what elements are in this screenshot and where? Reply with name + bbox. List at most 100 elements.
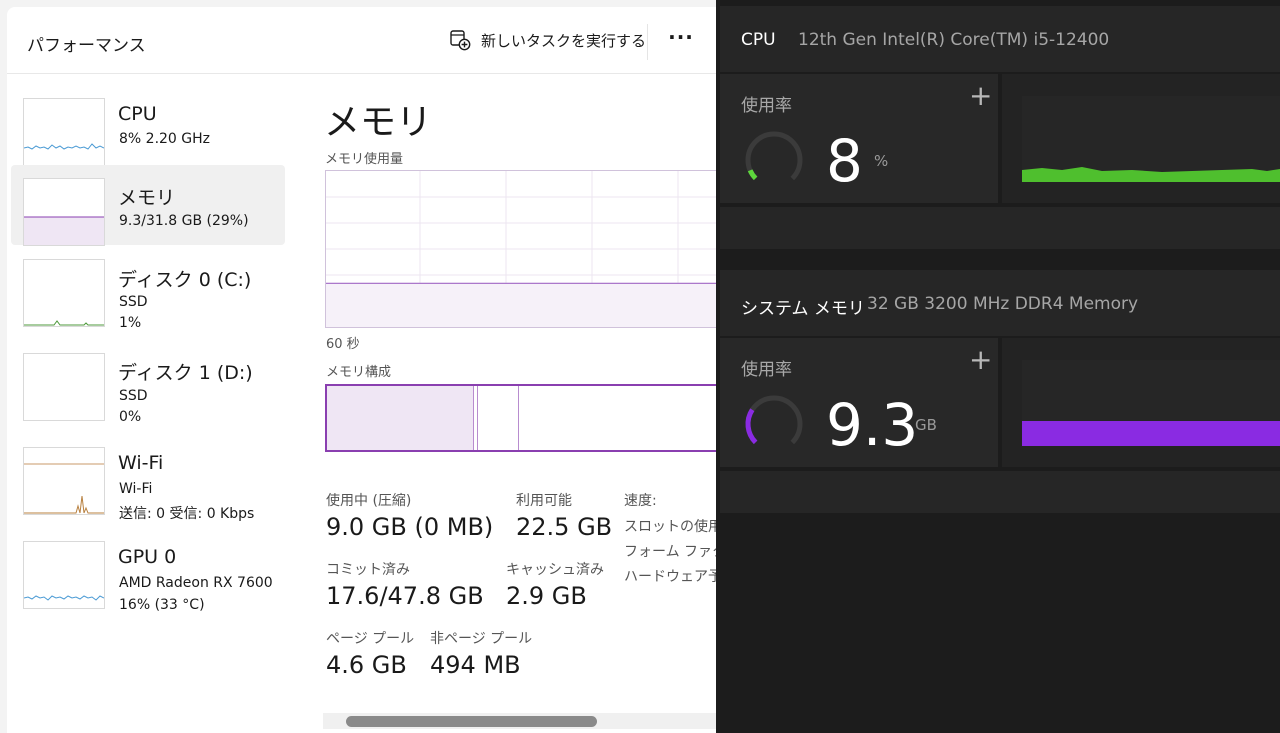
cpu-gauge-fill [745,131,803,189]
cached-label: キャッシュ済み [506,562,604,578]
add-widget-button[interactable]: + [969,82,992,110]
memory-composition-bar [325,384,716,452]
memory-usage-chart [326,171,716,327]
cpu-header: CPU 12th Gen Intel(R) Core(TM) i5-12400 [720,6,1280,72]
disk0-sparkline [24,320,104,326]
add-widget-button[interactable]: + [969,346,992,374]
memory-usage-graph [325,170,716,328]
composition-divider [473,386,474,450]
cpu-name: CPU [741,30,776,50]
sidebar-item-type: SSD [119,294,148,310]
run-new-task-button[interactable]: 新しいタスクを実行する [449,29,646,51]
committed-label: コミット済み [326,562,410,578]
wifi-thumbnail-graph [23,447,105,515]
memory-composition-label: メモリ構成 [326,365,392,380]
sidebar-item-disk0[interactable]: ディスク 0 (C:) SSD 1% [11,253,285,333]
memory-model: 32 GB 3200 MHz DDR4 Memory [867,294,1139,314]
slots-label: スロットの使用 [624,519,716,535]
in-use-label: 使用中 (圧縮) [326,493,412,509]
memory-usage-unit: GB [915,416,937,434]
sidebar-item-name: メモリ [118,187,176,209]
sidebar-item-disk1[interactable]: ディスク 1 (D:) SSD 0% [11,347,285,427]
sidebar-item-gpu0[interactable]: GPU 0 AMD Radeon RX 7600 16% (33 °C) [11,535,285,615]
page-title: パフォーマンス [27,36,146,56]
gpu0-sparkline [23,595,105,601]
available-value: 22.5 GB [516,513,613,541]
header-bar: パフォーマンス 新しいタスクを実行する ··· [7,7,716,74]
wifi-sparkline [24,463,104,514]
nonpaged-pool-label: 非ページ プール [430,631,533,647]
memory-gauge-track [745,395,803,453]
sidebar-item-memory[interactable]: メモリ 9.3/31.8 GB (29%) [11,165,285,246]
disk1-thumbnail-graph [23,353,105,421]
cpu-usage-label: 使用率 [741,96,792,116]
cached-value: 2.9 GB [506,582,587,610]
time-span-label: 60 秒 [326,337,360,352]
memory-usage-graph [1002,338,1280,467]
paged-pool-value: 4.6 GB [326,651,407,679]
sidebar-item-name: CPU [118,103,157,125]
cpu-usage-card: 使用率 + 8 % [720,74,998,203]
gpu0-thumbnail-graph [23,541,105,609]
cpu-usage-unit: % [874,152,889,170]
composition-divider [477,386,478,450]
memory-title: メモリ [324,102,433,143]
available-label: 利用可能 [516,493,572,509]
form-factor-label: フォーム ファクタ [624,544,716,560]
sidebar-item-detail: 1% [119,315,142,331]
composition-divider [518,386,519,450]
memory-usage-chart [1022,360,1280,446]
composition-in-use [327,386,473,450]
task-manager-content: パフォーマンス 新しいタスクを実行する ··· CPU 8% 2.20 GHz … [7,7,716,733]
cpu-gauge-track [745,131,803,189]
cpu-model: 12th Gen Intel(R) Core(TM) i5-12400 [798,30,1110,50]
sidebar-item-detail: 0% [119,409,142,425]
memory-usage-label: メモリ使用量 [325,152,404,167]
sidebar-item-type: SSD [119,388,148,404]
sidebar-item-detail: 9.3/31.8 GB (29%) [119,213,249,229]
memory-usage-value: 9.3 [826,391,919,459]
memory-sparkline [24,216,104,245]
cpu-gauge [745,131,803,189]
memory-usage-bar [1022,421,1280,446]
sidebar-item-name: GPU 0 [118,546,177,568]
hardware-reserved-label: ハードウェア予約 [624,569,716,585]
more-options-button[interactable]: ··· [663,27,699,55]
sidebar-item-name: ディスク 0 (C:) [118,269,252,291]
sidebar-item-cpu[interactable]: CPU 8% 2.20 GHz [11,91,285,171]
memory-usage-fill [326,283,716,327]
hardware-monitor-panel: CPU 12th Gen Intel(R) Core(TM) i5-12400 … [716,0,1280,733]
horizontal-scrollbar-thumb[interactable] [346,716,597,727]
sidebar-item-detail: 16% (33 °C) [119,597,205,613]
sidebar-item-type: AMD Radeon RX 7600 [119,575,273,591]
cpu-usage-chart [1022,96,1280,182]
paged-pool-label: ページ プール [326,631,415,647]
new-task-icon [450,30,471,51]
run-new-task-label: 新しいタスクを実行する [481,31,647,50]
nonpaged-pool-value: 494 MB [430,651,521,679]
sidebar-item-wifi[interactable]: Wi-Fi Wi-Fi 送信: 0 受信: 0 Kbps [11,441,285,522]
memory-footer [720,471,1280,513]
sidebar-item-name: ディスク 1 (D:) [118,362,253,384]
memory-thumbnail-graph [23,178,105,246]
memory-gauge [745,395,803,453]
task-manager-window: パフォーマンス 新しいタスクを実行する ··· CPU 8% 2.20 GHz … [0,0,716,733]
cpu-thumbnail-graph [23,98,105,166]
sidebar-item-detail: 送信: 0 受信: 0 Kbps [119,506,255,522]
cpu-sparkline [23,143,105,150]
disk0-thumbnail-graph [23,259,105,327]
sidebar-item-type: Wi-Fi [119,481,153,497]
sidebar-item-detail: 8% 2.20 GHz [119,131,211,147]
in-use-value: 9.0 GB (0 MB) [326,513,494,541]
memory-gauge-fill [745,395,803,453]
sidebar-item-name: Wi-Fi [118,452,164,474]
memory-name: システム メモリ [741,299,865,319]
memory-usage-label: 使用率 [741,360,792,380]
cpu-footer [720,207,1280,249]
header-divider [647,24,648,60]
cpu-usage-graph [1002,74,1280,203]
committed-value: 17.6/47.8 GB [326,582,484,610]
cpu-usage-value: 8 [826,127,863,195]
speed-label: 速度: [624,493,657,509]
memory-usage-card: 使用率 + 9.3 GB [720,338,998,467]
